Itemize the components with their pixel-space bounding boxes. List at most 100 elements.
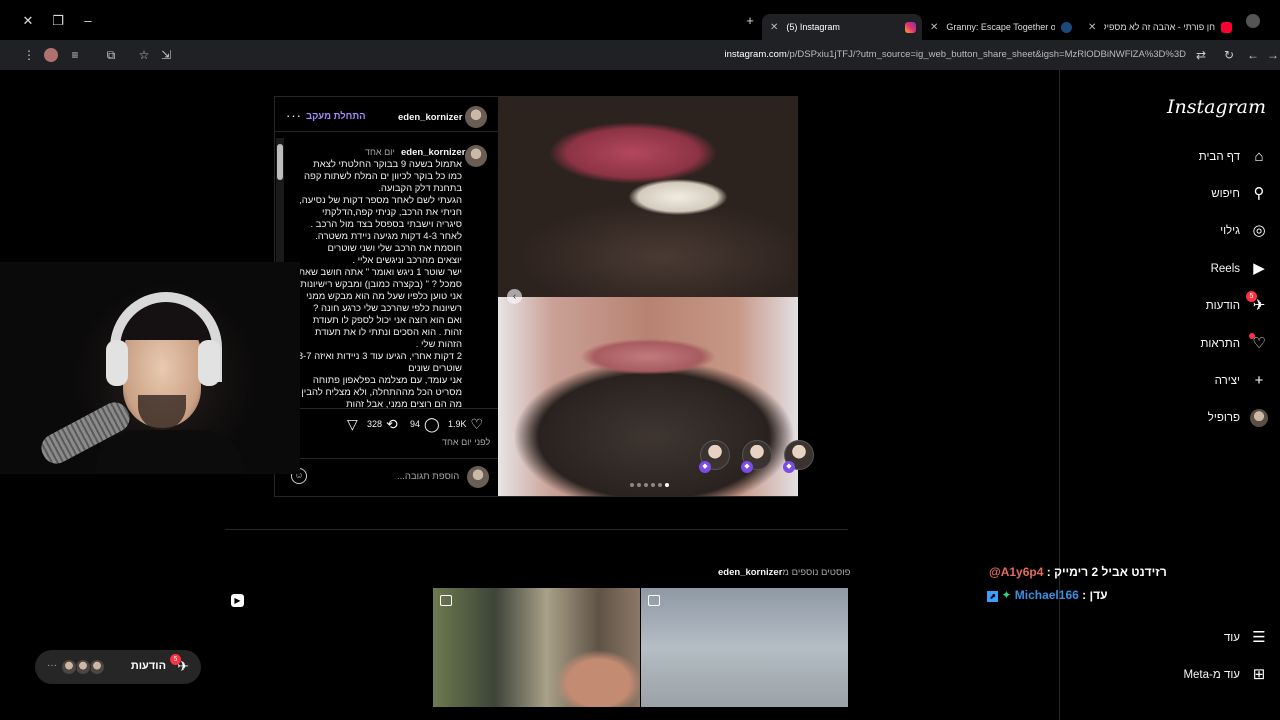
sidebar-item-more[interactable]: עוד ☰ [1224,625,1268,651]
restore-window-icon[interactable]: ❐ [51,14,65,28]
sidebar-item-create[interactable]: יצירה + [1215,368,1268,394]
send-icon: ▽ [347,415,358,432]
profile-avatar-icon [1250,409,1268,427]
notification-dot [1249,333,1255,339]
post-caption: אתמול בשעה 9 בבוקר החלטתי לצאת כמו כל בוק… [292,159,462,409]
add-comment-input[interactable]: הוספת תגובה... [397,471,459,482]
repost-icon: ⟲ [386,415,398,432]
caption-time: יום אחד [365,147,395,157]
messenger-icon: ✈ 5 [1246,291,1268,315]
verified-gem-icon: ◆ [783,461,795,473]
carousel-dot [637,483,641,487]
instagram-favicon-icon [905,21,916,33]
sidebar-item-messages[interactable]: הודעות ✈ 5 [1206,291,1268,319]
youtube-favicon-icon [1221,21,1232,33]
sidebar-item-label: התראות [1200,338,1240,350]
carousel-dot [658,483,662,487]
caption-line: הגעתי לשם לאחר מספר דקות של נסיעה, [299,195,462,206]
chat-text: רזידנט אביל 2 רימייק [1054,565,1167,579]
tagged-user-avatar[interactable]: ◆ [699,440,730,473]
caption-line: לאחר 4-3 דקות מגיעה ניידת משטרה. [315,231,462,242]
bookmark-star-icon[interactable]: ☆ [137,48,151,62]
scrollbar-thumb[interactable] [277,144,283,180]
extensions-icon[interactable]: ⧉ [104,48,118,62]
post-media[interactable] [498,97,798,496]
browser-tab-bar: ✕ ❐ – + ✕ (5) Instagram ✕ Granny: Escape… [0,0,1280,40]
close-tab-icon[interactable]: ✕ [930,22,938,33]
sidebar-item-label: עוד מ-Meta [1183,669,1240,681]
profile-icon[interactable] [44,48,58,62]
instagram-logo[interactable]: Instagram [1167,96,1266,118]
caption-line: חוסמת את הרכב שלי ושני שוטרים [327,243,462,254]
section-separator [225,529,848,530]
carousel-prev-icon[interactable]: ‹ [507,289,522,304]
sidebar-item-label: דף הבית [1198,151,1240,163]
caption-author-avatar[interactable] [465,145,487,167]
carousel-icon [440,595,452,606]
webcam-shirt [95,430,245,474]
conversation-avatar [61,659,77,675]
minimize-window-icon[interactable]: – [81,14,95,28]
back-arrow-icon[interactable]: ← [1246,48,1260,62]
chat-author: Michael166 [1014,588,1079,602]
more-options-icon[interactable]: ··· [286,108,302,123]
tagged-user-avatar[interactable]: ◆ [783,440,814,473]
sidebar-item-reels[interactable]: Reels ▶ [1211,256,1268,282]
caption-line: סיגריה וישבתי בספסל בצד מול הרכב . [310,219,462,230]
grid-post[interactable] [641,588,848,707]
add-comment-row: ☺ הוספת תגובה... [289,466,489,488]
carousel-icon [648,595,660,606]
carousel-dot-active [665,483,669,487]
reel-icon: ▶ [231,594,244,607]
tab-instagram[interactable]: ✕ (5) Instagram [762,14,922,40]
follow-button[interactable]: התחלת מעקב [306,111,366,122]
posted-ago: לפני יום אחד [442,437,491,447]
sidebar-item-search[interactable]: חיפוש ⚲ [1211,181,1268,207]
share-button[interactable]: ▽ [343,415,358,433]
grid-post[interactable]: ▶ [225,588,432,707]
comment-button[interactable]: 94 ◯ [410,415,440,433]
install-app-icon[interactable]: ⇲ [159,48,173,62]
forward-arrow-icon[interactable]: → [1266,48,1280,62]
home-icon: ⌂ [1254,148,1264,165]
close-window-icon[interactable]: ✕ [21,14,35,28]
tagged-user-avatar[interactable]: ◆ [741,440,772,473]
caption-author-username[interactable]: eden_kornizer [401,147,465,158]
headset-earcup [198,340,220,386]
post-author-avatar[interactable] [465,106,487,128]
menu-icon: ☰ [1252,629,1266,646]
tab-granny[interactable]: ✕ Granny: Escape Together on Ste [922,14,1078,40]
url-field[interactable]: instagram.com/p/DSPxiu1jTFJ/?utm_source=… [725,49,1186,60]
new-tab-icon[interactable]: + [743,14,757,28]
more-posts-username[interactable]: eden_kornizer [718,567,782,578]
sidebar-item-notifications[interactable]: התראות ♡ [1200,331,1268,357]
translate-icon[interactable]: ⇄ [1194,48,1208,62]
sidebar-item-profile[interactable]: פרופיל [1208,405,1268,431]
globe-favicon-icon[interactable] [1246,14,1260,28]
tab-youtube[interactable]: ✕ חן פורתי - אהבה זה לא מספיק [1080,14,1238,40]
caption-line: אתמול בשעה 9 בבוקר החלטתי לצאת [313,159,462,170]
caption-line: חניתי את הרכב, קניתי קפה,הדלקתי [322,207,462,218]
sidebar-item-home[interactable]: דף הבית ⌂ [1199,144,1268,170]
repost-button[interactable]: 328 ⟲ [367,415,398,433]
caption-line: זהות . הוא הסכים ונתתי לו את תעודת [314,327,462,338]
post-author-username[interactable]: eden_kornizer [398,112,462,123]
close-tab-icon[interactable]: ✕ [1088,22,1096,33]
sidebar-item-label: חיפוש [1211,188,1240,200]
messages-pill[interactable]: ✈ 5 הודעות ··· [35,650,201,684]
reading-list-icon[interactable]: ≡ [68,48,82,62]
like-button[interactable]: 1.9K ♡ [448,415,483,433]
close-tab-icon[interactable]: ✕ [770,22,778,33]
chat-colon: : [1046,565,1055,579]
caption-line: בתחנת דלק הקבועה. [378,183,462,194]
menu-dots-icon[interactable]: ⋮ [22,48,36,62]
sidebar-item-explore[interactable]: גילוי ◎ [1220,218,1268,244]
meta-grid-icon: ⊞ [1252,666,1266,683]
grid-post[interactable] [433,588,640,707]
sidebar-item-meta[interactable]: עוד מ-Meta ⊞ [1183,662,1268,688]
address-bar: ⋮ ≡ ⧉ ☆ ⇲ instagram.com/p/DSPxiu1jTFJ/?u… [0,40,1280,70]
repost-count: 328 [367,419,383,429]
reload-icon[interactable]: ↻ [1222,48,1236,62]
tab-title: חן פורתי - אהבה זה לא מספיק [1104,22,1215,32]
carousel-dots [630,483,669,487]
